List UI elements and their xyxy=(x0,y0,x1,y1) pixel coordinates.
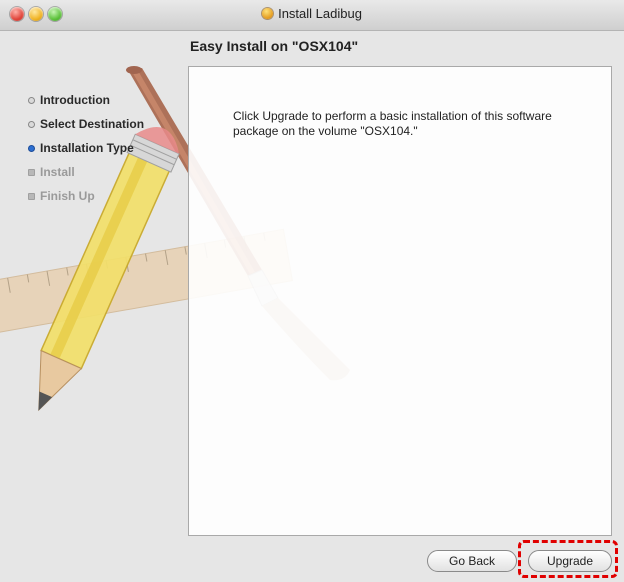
step-current-bullet-icon xyxy=(28,144,35,152)
title-bar: Install Ladibug xyxy=(0,0,624,31)
step-label: Installation Type xyxy=(40,141,134,155)
upgrade-button[interactable]: Upgrade xyxy=(528,550,612,572)
step-label: Select Destination xyxy=(40,117,145,131)
step-pending-bullet-icon xyxy=(28,192,35,200)
installer-steps-list: Introduction Select Destination Installa… xyxy=(28,88,144,208)
step-pending-bullet-icon xyxy=(28,168,35,176)
step-done-bullet-icon xyxy=(28,96,35,104)
step-installation-type: Installation Type xyxy=(28,136,144,160)
step-introduction: Introduction xyxy=(28,88,144,112)
page-title: Easy Install on "OSX104" xyxy=(190,38,359,54)
install-message: Click Upgrade to perform a basic install… xyxy=(233,109,552,138)
window-title: Install Ladibug xyxy=(278,6,362,21)
installer-window: Install Ladibug Easy Install on "OSX104"… xyxy=(0,0,624,582)
installer-package-icon xyxy=(262,8,274,19)
content-pane: Click Upgrade to perform a basic install… xyxy=(188,66,612,536)
step-select-destination: Select Destination xyxy=(28,112,144,136)
window-title-area: Install Ladibug xyxy=(0,6,624,21)
step-install: Install xyxy=(28,160,144,184)
step-label: Introduction xyxy=(40,93,110,107)
step-done-bullet-icon xyxy=(28,120,35,128)
step-label: Finish Up xyxy=(40,189,95,203)
go-back-button[interactable]: Go Back xyxy=(427,550,517,572)
step-finish-up: Finish Up xyxy=(28,184,144,208)
step-label: Install xyxy=(40,165,75,179)
